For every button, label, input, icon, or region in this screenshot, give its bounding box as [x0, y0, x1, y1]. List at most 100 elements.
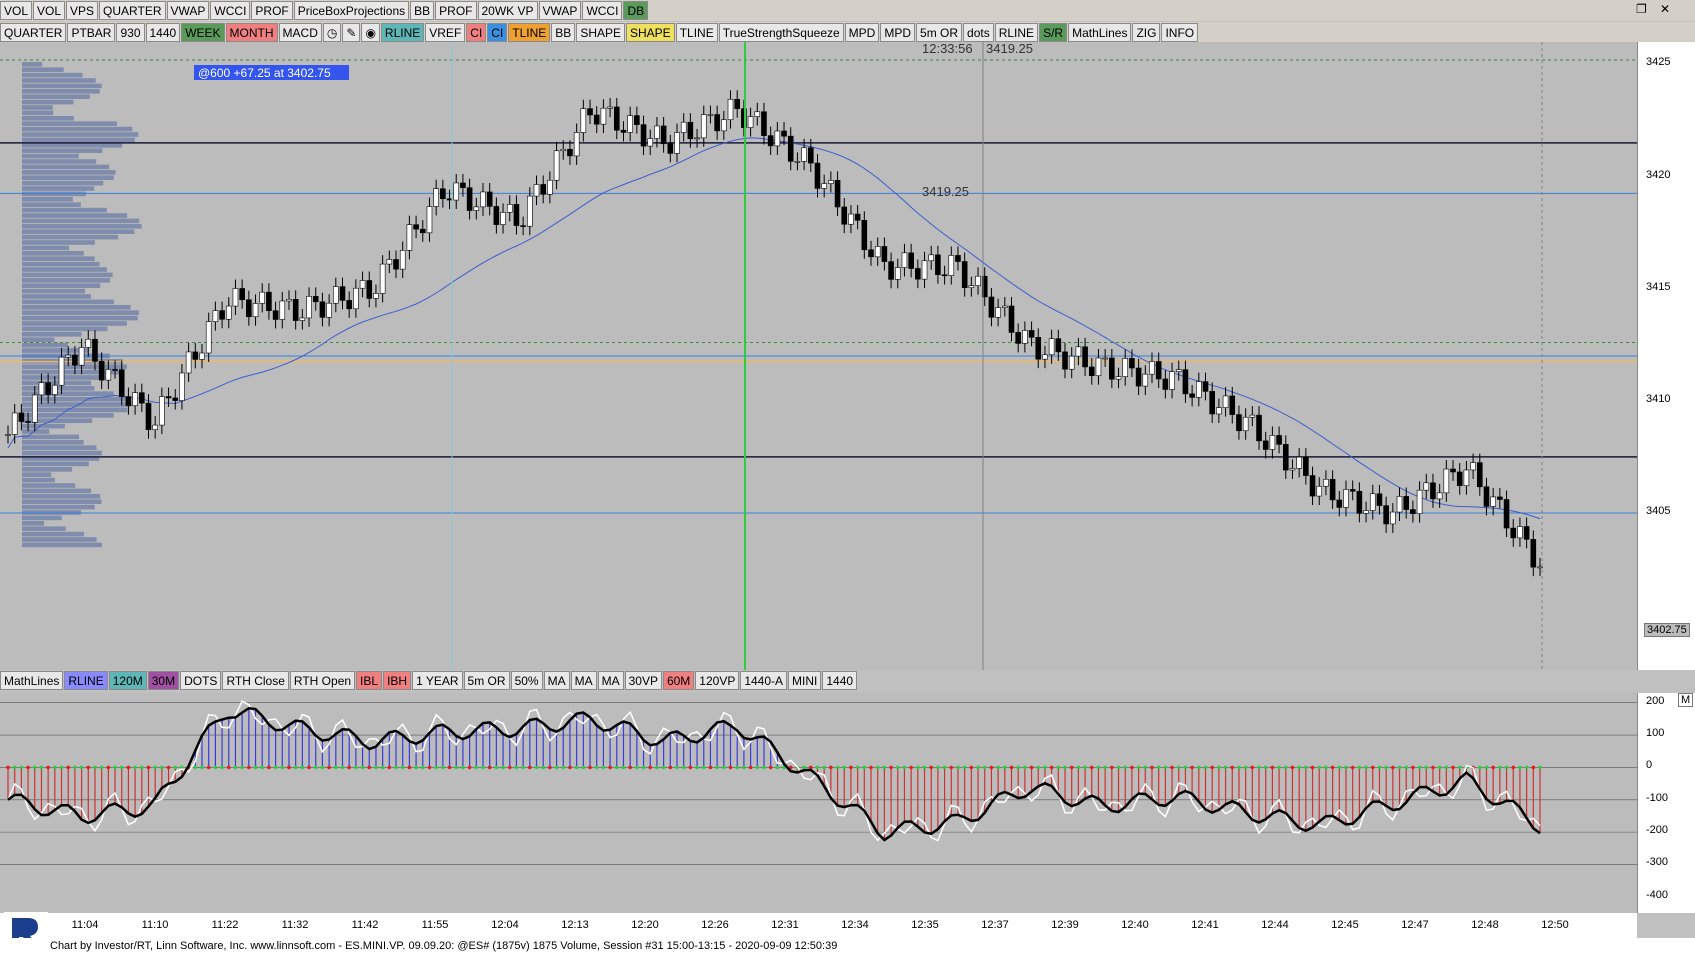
- candle-body: [861, 220, 868, 251]
- 120m-button[interactable]: 120M: [108, 671, 147, 690]
- zero-dot: [133, 765, 137, 770]
- zero-dot: [1170, 765, 1174, 770]
- priceboxprojections-button[interactable]: PriceBoxProjections: [293, 1, 410, 20]
- quarter-button[interactable]: QUARTER: [0, 23, 67, 42]
- zero-dot: [340, 765, 345, 770]
- zero-dot: [835, 765, 840, 770]
- mathlines-button[interactable]: MathLines: [0, 671, 64, 690]
- zero-dot: [1290, 765, 1295, 770]
- vol-button[interactable]: VOL: [0, 1, 33, 20]
- 30vp-button[interactable]: 30VP: [624, 671, 662, 690]
- 50--button[interactable]: 50%: [510, 671, 543, 690]
- vol-button[interactable]: VOL: [33, 1, 66, 20]
- candle-body: [654, 125, 660, 139]
- vref-button[interactable]: VREF: [425, 23, 466, 42]
- zero-dot: [1003, 765, 1007, 770]
- rth-open-button[interactable]: RTH Open: [289, 671, 356, 690]
- time-label: 11:55: [421, 919, 449, 931]
- mpd-button[interactable]: MPD: [844, 23, 880, 42]
- zero-dot: [461, 765, 465, 770]
- 5m-or-button[interactable]: 5m OR: [463, 671, 510, 690]
- clock-icon[interactable]: ◷: [322, 23, 342, 42]
- ma-button[interactable]: MA: [597, 671, 624, 690]
- info-button[interactable]: INFO: [1161, 23, 1199, 42]
- indicator-pane[interactable]: [0, 693, 1637, 913]
- ma-button[interactable]: MA: [543, 671, 570, 690]
- zero-dot: [1023, 765, 1027, 770]
- candle-body: [373, 293, 379, 299]
- volume-profile-bar: [22, 294, 91, 299]
- candle-body: [814, 162, 821, 189]
- month-button[interactable]: MONTH: [225, 23, 278, 42]
- ma-button[interactable]: MA: [570, 671, 597, 690]
- wcci-button[interactable]: WCCI: [582, 1, 623, 20]
- candle-body: [1115, 376, 1122, 380]
- dots-button[interactable]: DOTS: [180, 671, 222, 690]
- vps-button[interactable]: VPS: [66, 1, 99, 20]
- 930-button[interactable]: 930: [116, 23, 145, 42]
- 5m-or-button[interactable]: 5m OR: [916, 23, 963, 42]
- candle-body: [640, 124, 647, 147]
- ibh-button[interactable]: IBH: [383, 671, 412, 690]
- shape-button[interactable]: SHAPE: [626, 23, 675, 42]
- zero-dot: [1344, 765, 1348, 770]
- volume-profile-bar: [22, 407, 128, 413]
- price-chart[interactable]: @600 +67.25 at 3402.75 12:33:56 3419.25 …: [0, 41, 1637, 670]
- mini-button[interactable]: MINI: [788, 671, 822, 690]
- zero-dot: [1297, 765, 1301, 770]
- wcci-button[interactable]: WCCI: [210, 1, 251, 20]
- prof-button[interactable]: PROF: [435, 1, 477, 20]
- candle-body: [660, 125, 667, 145]
- macd-button[interactable]: MACD: [278, 23, 322, 42]
- 120vp-button[interactable]: 120VP: [695, 671, 740, 690]
- ptbar-button[interactable]: PTBAR: [67, 23, 116, 42]
- rline-button[interactable]: RLINE: [380, 23, 425, 42]
- indicator-svg: [0, 700, 1637, 865]
- zero-dot: [507, 765, 512, 770]
- candle-body: [620, 129, 627, 133]
- rline-button[interactable]: RLINE: [994, 23, 1039, 42]
- db-button[interactable]: DB: [623, 1, 649, 20]
- mpd-button[interactable]: MPD: [880, 23, 916, 42]
- candle-body: [1075, 346, 1082, 357]
- 20wk-vp-button[interactable]: 20WK VP: [477, 1, 538, 20]
- restore-icon[interactable]: ❐: [1636, 2, 1647, 16]
- mathlines-button[interactable]: MathLines: [1068, 23, 1132, 42]
- pane-marker[interactable]: M: [1678, 693, 1694, 707]
- drop-icon[interactable]: ◉: [361, 23, 380, 42]
- dots-button[interactable]: dots: [963, 23, 994, 42]
- 1440-a-button[interactable]: 1440-A: [740, 671, 788, 690]
- ci-button[interactable]: CI: [466, 23, 487, 42]
- tline-button[interactable]: TLINE: [675, 23, 718, 42]
- zig-button[interactable]: ZIG: [1132, 23, 1161, 42]
- 30m-button[interactable]: 30M: [147, 671, 180, 690]
- shape-button[interactable]: SHAPE: [576, 23, 625, 42]
- ibl-button[interactable]: IBL: [356, 671, 383, 690]
- vwap-button[interactable]: VWAP: [538, 1, 582, 20]
- vwap-button[interactable]: VWAP: [166, 1, 210, 20]
- tline-button[interactable]: TLINE: [508, 23, 551, 42]
- week-button[interactable]: WEEK: [181, 23, 225, 42]
- truestrengthsqueeze-button[interactable]: TrueStrengthSqueeze: [718, 23, 844, 42]
- pencil-icon[interactable]: ✎: [342, 23, 361, 42]
- ci-button[interactable]: CI: [487, 23, 508, 42]
- 1440-button[interactable]: 1440: [822, 671, 858, 690]
- 1-year-button[interactable]: 1 YEAR: [412, 671, 463, 690]
- prof-button[interactable]: PROF: [251, 1, 293, 20]
- zero-dot: [668, 765, 673, 770]
- quarter-button[interactable]: QUARTER: [99, 1, 166, 20]
- 1440-button[interactable]: 1440: [145, 23, 181, 42]
- 60m-button[interactable]: 60M: [662, 671, 695, 690]
- zero-dot: [909, 765, 913, 770]
- volume-profile-bar: [22, 143, 123, 148]
- s-r-button[interactable]: S/R: [1039, 23, 1068, 42]
- close-icon[interactable]: ✕: [1660, 2, 1670, 16]
- rth-close-button[interactable]: RTH Close: [222, 671, 289, 690]
- rline-button[interactable]: RLINE: [64, 671, 108, 690]
- zero-dot: [601, 765, 606, 770]
- volume-profile-bar: [22, 132, 139, 137]
- bb-button[interactable]: BB: [551, 23, 576, 42]
- bb-button[interactable]: BB: [410, 1, 435, 20]
- zero-dot: [1237, 765, 1241, 770]
- zero-dot: [1444, 765, 1449, 770]
